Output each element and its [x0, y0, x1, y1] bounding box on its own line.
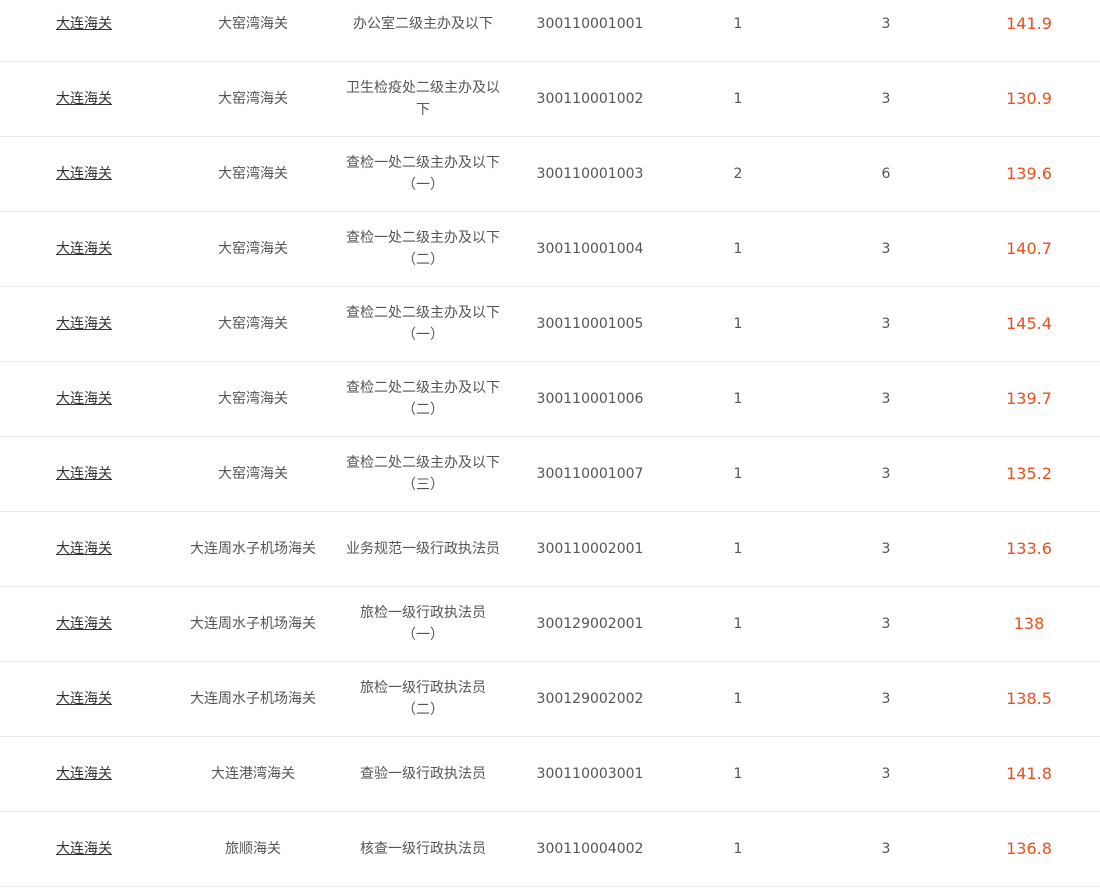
customs-link[interactable]: 大连海关 — [56, 463, 112, 485]
customs-link[interactable]: 大连海关 — [56, 88, 112, 110]
customs-link[interactable]: 大连海关 — [56, 538, 112, 560]
table-row: 大连海关 旅顺海关 核查一级行政执法员 300110004002 1 3 136… — [0, 812, 1100, 887]
position-cell: 查检一处二级主办及以下 （一） — [346, 155, 500, 193]
table-row: 大连海关 大连周水子机场海关 业务规范一级行政执法员 300110002001 … — [0, 512, 1100, 587]
code-cell: 300110001003 — [536, 166, 644, 182]
plan-count-cell: 1 — [733, 841, 743, 857]
plan-count-cell: 2 — [733, 166, 743, 182]
table-row: 大连海关 大连周水子机场海关 旅检一级行政执法员 （一） 30012900200… — [0, 587, 1100, 662]
interview-count-cell: 3 — [881, 16, 891, 32]
customs-link[interactable]: 大连海关 — [56, 688, 112, 710]
interview-count-cell: 3 — [881, 841, 891, 857]
table-row: 大连海关 大窑湾海关 查检二处二级主办及以下 （一） 300110001005 … — [0, 287, 1100, 362]
customs-link[interactable]: 大连海关 — [56, 238, 112, 260]
code-cell: 300110001007 — [536, 466, 644, 482]
table-row: 大连海关 大连港湾海关 查验一级行政执法员 300110003001 1 3 1… — [0, 737, 1100, 812]
min-score-cell: 138 — [1013, 614, 1045, 633]
customs-link[interactable]: 大连海关 — [56, 613, 112, 635]
unit-cell: 大连周水子机场海关 — [190, 691, 316, 707]
position-cell: 业务规范一级行政执法员 — [346, 541, 500, 557]
unit-cell: 大窑湾海关 — [218, 91, 288, 107]
unit-cell: 大连港湾海关 — [211, 766, 295, 782]
min-score-cell: 145.4 — [1006, 314, 1052, 333]
customs-link[interactable]: 大连海关 — [56, 313, 112, 335]
interview-count-cell: 3 — [881, 541, 891, 557]
customs-link[interactable]: 大连海关 — [56, 388, 112, 410]
code-cell: 300110004002 — [536, 841, 644, 857]
interview-count-cell: 3 — [881, 691, 891, 707]
unit-cell: 大窑湾海关 — [218, 16, 288, 32]
customs-link[interactable]: 大连海关 — [56, 838, 112, 860]
min-score-cell: 141.9 — [1006, 14, 1052, 33]
code-cell: 300110001006 — [536, 391, 644, 407]
table-row: 大连海关 大窑湾海关 查检二处二级主办及以下 （二） 300110001006 … — [0, 362, 1100, 437]
min-score-cell: 135.2 — [1006, 464, 1052, 483]
min-score-cell: 139.7 — [1006, 389, 1052, 408]
min-score-cell: 141.8 — [1006, 764, 1052, 783]
interview-count-cell: 3 — [881, 91, 891, 107]
min-score-cell: 136.8 — [1006, 839, 1052, 858]
plan-count-cell: 1 — [733, 91, 743, 107]
unit-cell: 旅顺海关 — [225, 841, 281, 857]
position-cell: 查检二处二级主办及以下 （二） — [346, 380, 500, 418]
table-row: 大连海关 大窑湾海关 查检一处二级主办及以下 （二） 300110001004 … — [0, 212, 1100, 287]
interview-count-cell: 3 — [881, 766, 891, 782]
unit-cell: 大连周水子机场海关 — [190, 616, 316, 632]
interview-count-cell: 3 — [881, 616, 891, 632]
position-cell: 查验一级行政执法员 — [360, 766, 486, 782]
unit-cell: 大窑湾海关 — [218, 391, 288, 407]
code-cell: 300110003001 — [536, 766, 644, 782]
interview-count-cell: 3 — [881, 466, 891, 482]
table-row: 大连海关 大窑湾海关 办公室二级主办及以下 300110001001 1 3 1… — [0, 0, 1100, 62]
customs-link[interactable]: 大连海关 — [56, 163, 112, 185]
unit-cell: 大窑湾海关 — [218, 241, 288, 257]
plan-count-cell: 1 — [733, 766, 743, 782]
min-score-cell: 133.6 — [1006, 539, 1052, 558]
customs-link[interactable]: 大连海关 — [56, 763, 112, 785]
position-cell: 旅检一级行政执法员 （二） — [360, 680, 486, 718]
code-cell: 300110001001 — [536, 16, 644, 32]
plan-count-cell: 1 — [733, 391, 743, 407]
position-cell: 卫生检疫处二级主办及以 下 — [346, 80, 500, 118]
code-cell: 300129002001 — [536, 616, 644, 632]
interview-count-cell: 3 — [881, 316, 891, 332]
plan-count-cell: 1 — [733, 466, 743, 482]
customs-link[interactable]: 大连海关 — [56, 13, 112, 35]
results-table: 大连海关 大窑湾海关 办公室二级主办及以下 300110001001 1 3 1… — [0, 0, 1100, 887]
unit-cell: 大连周水子机场海关 — [190, 541, 316, 557]
plan-count-cell: 1 — [733, 241, 743, 257]
code-cell: 300110002001 — [536, 541, 644, 557]
position-cell: 核查一级行政执法员 — [360, 841, 486, 857]
position-cell: 办公室二级主办及以下 — [353, 16, 493, 32]
unit-cell: 大窑湾海关 — [218, 166, 288, 182]
min-score-cell: 139.6 — [1006, 164, 1052, 183]
position-cell: 查检二处二级主办及以下 （一） — [346, 305, 500, 343]
table-row: 大连海关 大窑湾海关 卫生检疫处二级主办及以 下 300110001002 1 … — [0, 62, 1100, 137]
interview-count-cell: 6 — [881, 166, 891, 182]
min-score-cell: 130.9 — [1006, 89, 1052, 108]
plan-count-cell: 1 — [733, 691, 743, 707]
table-row: 大连海关 大连周水子机场海关 旅检一级行政执法员 （二） 30012900200… — [0, 662, 1100, 737]
table-row: 大连海关 大窑湾海关 查检一处二级主办及以下 （一） 300110001003 … — [0, 137, 1100, 212]
code-cell: 300129002002 — [536, 691, 644, 707]
interview-count-cell: 3 — [881, 391, 891, 407]
unit-cell: 大窑湾海关 — [218, 466, 288, 482]
position-cell: 查检一处二级主办及以下 （二） — [346, 230, 500, 268]
min-score-cell: 140.7 — [1006, 239, 1052, 258]
position-cell: 旅检一级行政执法员 （一） — [360, 605, 486, 643]
unit-cell: 大窑湾海关 — [218, 316, 288, 332]
min-score-cell: 138.5 — [1006, 689, 1052, 708]
position-cell: 查检二处二级主办及以下 （三） — [346, 455, 500, 493]
plan-count-cell: 1 — [733, 316, 743, 332]
code-cell: 300110001002 — [536, 91, 644, 107]
plan-count-cell: 1 — [733, 541, 743, 557]
plan-count-cell: 1 — [733, 16, 743, 32]
interview-count-cell: 3 — [881, 241, 891, 257]
plan-count-cell: 1 — [733, 616, 743, 632]
table-row: 大连海关 大窑湾海关 查检二处二级主办及以下 （三） 300110001007 … — [0, 437, 1100, 512]
code-cell: 300110001005 — [536, 316, 644, 332]
code-cell: 300110001004 — [536, 241, 644, 257]
